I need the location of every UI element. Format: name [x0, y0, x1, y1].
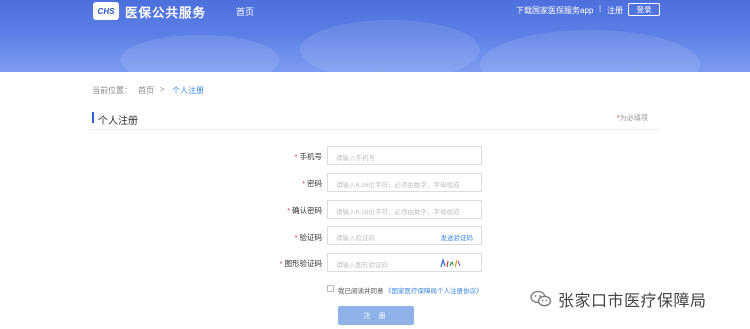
required-note-text: 为必填项 [619, 115, 648, 122]
divider [90, 129, 660, 130]
cloud-decoration [300, 20, 480, 72]
confirm-password-label: * 确认密码 [262, 205, 322, 216]
send-code-button[interactable]: 发送验证码 [441, 232, 474, 242]
nav-separator: | [599, 4, 602, 13]
title-accent-bar [92, 112, 94, 123]
sms-code-label: * 验证码 [262, 232, 322, 243]
required-star: * [294, 233, 298, 242]
sms-code-input[interactable] [328, 230, 428, 247]
header-banner: CHS 医保公共服务 首页 下载国家医保服务app | 注册 登录 [0, 0, 750, 72]
required-star: * [294, 152, 298, 161]
captcha-label-text: 图形验证码 [284, 259, 323, 268]
captcha-input[interactable] [328, 257, 428, 274]
breadcrumb-prefix: 当前位置： [92, 86, 132, 95]
register-link[interactable]: 注册 [607, 5, 623, 16]
confirm-password-input[interactable] [328, 204, 481, 221]
download-app-link[interactable]: 下载国家医保服务app [516, 5, 593, 16]
breadcrumb-arrow: > [160, 85, 165, 94]
cloud-decoration [120, 35, 280, 72]
breadcrumb-home-link[interactable]: 首页 [138, 85, 154, 96]
required-star: * [302, 179, 305, 188]
password-label-text: 密码 [307, 179, 322, 188]
phone-label-text: 手机号 [299, 152, 323, 161]
captcha-label: * 图形验证码 [262, 258, 322, 269]
captcha-image[interactable] [439, 257, 463, 269]
sms-code-label-text: 验证码 [299, 233, 323, 242]
required-note: *为必填项 [617, 113, 648, 123]
register-submit-button[interactable]: 注 册 [338, 306, 414, 325]
password-label: * 密码 [262, 178, 322, 189]
wechat-icon [530, 290, 552, 307]
phone-field-box [327, 146, 482, 167]
phone-input[interactable] [328, 150, 481, 167]
site-logo[interactable]: CHS [93, 2, 119, 20]
cloud-decoration [480, 30, 700, 72]
site-title[interactable]: 医保公共服务 [125, 2, 206, 21]
agreement-checkbox[interactable] [327, 285, 334, 292]
nav-home-link[interactable]: 首页 [236, 5, 254, 18]
required-star: * [279, 259, 283, 268]
confirm-password-label-text: 确认密码 [292, 206, 322, 215]
password-field-box [327, 173, 482, 194]
phone-label: * 手机号 [262, 151, 322, 162]
agreement-link[interactable]: 《国家医疗保障局个人注册协议》 [385, 285, 483, 295]
breadcrumb-current: 个人注册 [172, 86, 204, 95]
agreement-text: 我已阅读并同意 [338, 288, 384, 295]
password-input[interactable] [328, 177, 481, 194]
required-star: * [287, 206, 290, 215]
sms-code-field-box: 发送验证码 [327, 226, 482, 247]
confirm-password-field-box [327, 200, 482, 221]
wechat-watermark: 张家口市医疗保障局 [530, 287, 707, 311]
watermark-text: 张家口市医疗保障局 [558, 293, 707, 310]
captcha-field-box [327, 253, 482, 274]
page-title: 个人注册 [98, 116, 138, 127]
login-button[interactable]: 登录 [628, 3, 660, 16]
